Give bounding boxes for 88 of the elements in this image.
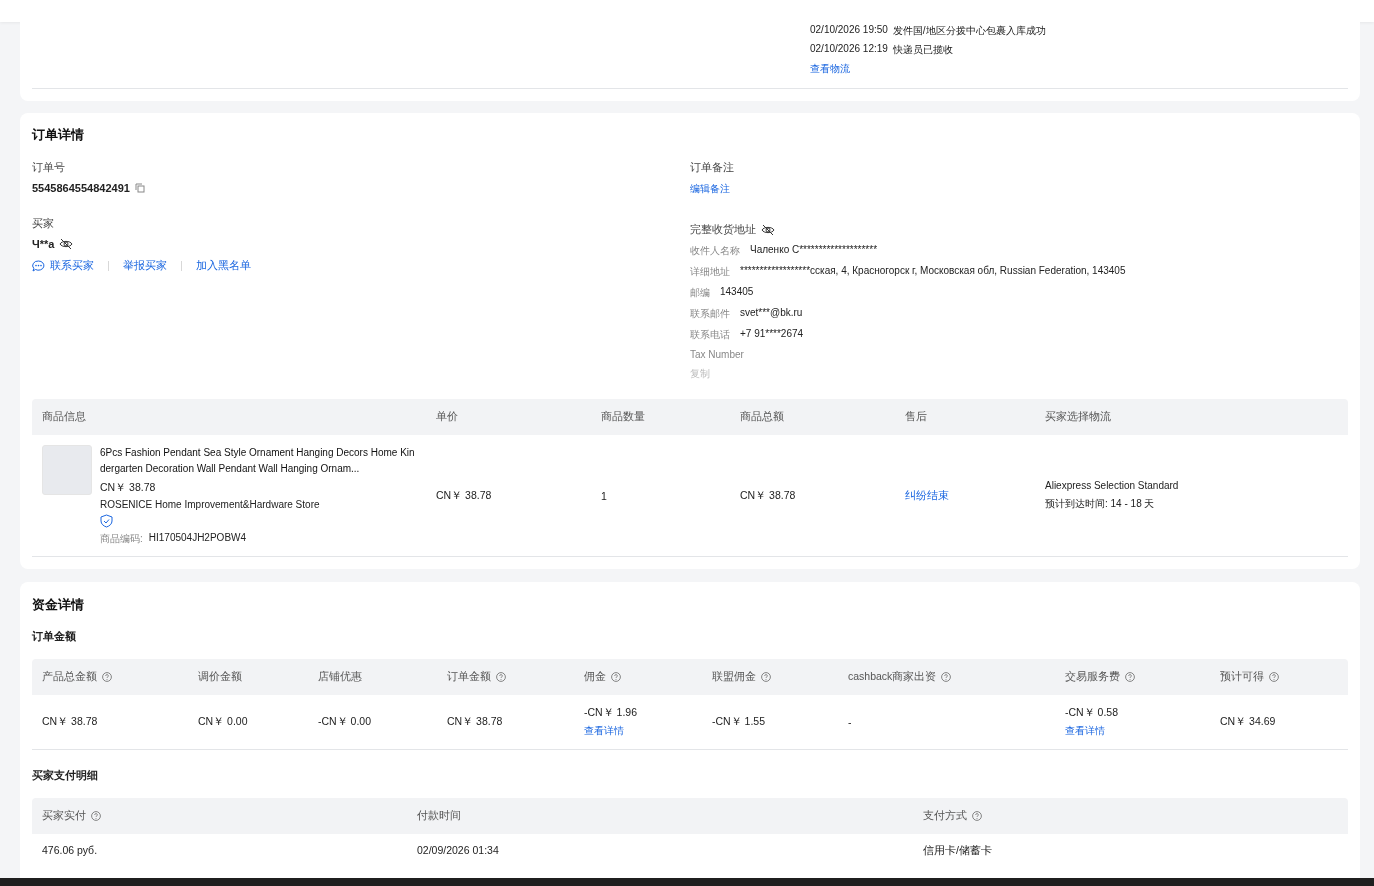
address-label: 联系电话	[690, 328, 730, 342]
product-title[interactable]: 6Pcs Fashion Pendant Sea Style Ornament Hanging Decors Home Kindergarten Decoration Wall Pendant Wall Hanging Ornam...	[100, 445, 418, 477]
table-cell-text: 1	[600, 489, 608, 502]
address-label: 联系邮件	[690, 307, 730, 321]
address-label: 收件人名称	[690, 244, 740, 258]
edit-remark-link[interactable]: 编辑备注	[690, 182, 730, 196]
column-header: 调价金额	[198, 670, 242, 684]
column-header: 单价	[435, 410, 459, 424]
buyer-action-link[interactable]: 联系买家	[32, 258, 94, 273]
copy-icon[interactable]	[134, 183, 145, 193]
address-label: 邮编	[690, 286, 710, 300]
table-cell-text: -CN￥ 0.00	[318, 715, 372, 729]
table-cell-text: 02/09/2026 01:34	[416, 844, 500, 858]
address-value: 143405	[720, 286, 754, 299]
order-number: 5545864554842491	[32, 182, 130, 194]
column-header: 商品数量	[600, 410, 646, 424]
table-cell-text: -CN￥ 1.55	[712, 715, 766, 729]
section-title: 资金详情	[32, 596, 85, 614]
field-label: 订单号	[32, 160, 65, 175]
view-details-link[interactable]: 查看详情	[584, 725, 702, 738]
table-cell-text: CN￥ 38.78	[435, 488, 493, 503]
help-icon[interactable]	[91, 811, 101, 821]
estimated-arrival: 预计到达时间: 14 - 18 天	[1045, 497, 1156, 511]
tax-number-label: Tax Number	[690, 349, 744, 360]
column-header: 产品总金额	[42, 670, 97, 684]
address-value: ******************сская, 4, Красногорск г, Московская обл, Russian Federation, 143405	[740, 265, 1126, 278]
table-cell-text: 信用卡/储蓄卡	[922, 844, 993, 858]
column-header: 付款时间	[417, 809, 461, 823]
help-icon[interactable]	[1269, 672, 1279, 682]
after-sale-link[interactable]: 纠纷结束	[895, 488, 1035, 503]
address-value: svet***@bk.ru	[740, 307, 803, 320]
column-header: 交易服务费	[1065, 670, 1120, 684]
photo-placeholder	[42, 445, 92, 495]
table-cell-text: CN￥ 34.69	[1220, 715, 1277, 729]
subsection-title: 订单金额	[32, 629, 77, 644]
buyer-action-link[interactable]: 举报买家	[123, 258, 167, 273]
event-time: 02/10/2026 12:19	[810, 43, 888, 56]
table-cell-text: CN￥ 0.00	[198, 715, 249, 729]
table-cell-text: CN￥ 38.78	[42, 715, 99, 729]
column-header: 商品总额	[739, 410, 785, 424]
shipping-method: Aliexpress Selection Standard	[1045, 480, 1180, 491]
help-icon[interactable]	[611, 672, 621, 682]
section-title: 订单详情	[32, 126, 85, 144]
shield-check-icon	[100, 514, 113, 528]
field-label: 订单备注	[690, 160, 734, 175]
field-label: 完整收货地址	[690, 222, 756, 237]
column-header: 订单金额	[447, 670, 491, 684]
column-header: 预计可得	[1220, 670, 1264, 684]
address-value: Чаленко С********************	[750, 244, 878, 257]
field-label: 买家	[32, 216, 54, 231]
table-cell-text: 476.06 руб.	[41, 844, 99, 858]
product-price: CN￥ 38.78	[100, 481, 156, 495]
help-icon[interactable]	[761, 672, 771, 682]
subsection-title: 买家支付明细	[32, 768, 99, 783]
eye-off-icon[interactable]	[761, 223, 775, 236]
column-header: 店铺优惠	[318, 670, 362, 684]
buyer-action-link[interactable]: 加入黑名单	[196, 258, 251, 273]
chat-icon	[32, 259, 45, 272]
address-value: +7 91****2674	[740, 328, 804, 341]
table-cell-text: -CN￥ 0.58	[1065, 706, 1119, 720]
store-name: ROSENICE Home Improvement&Hardware Store	[100, 499, 320, 510]
eye-off-icon[interactable]	[59, 238, 74, 250]
view-logistics-link[interactable]: 查看物流	[810, 62, 1348, 76]
buyer-name: Ч**a	[32, 238, 55, 250]
column-header: cashback商家出资	[848, 670, 937, 684]
column-header: 买家选择物流	[1044, 410, 1112, 424]
help-icon[interactable]	[102, 672, 112, 682]
table-cell-text: CN￥ 38.78	[447, 715, 504, 729]
help-icon[interactable]	[972, 811, 982, 821]
table-cell-text: CN￥ 38.78	[739, 488, 797, 503]
help-icon[interactable]	[496, 672, 506, 682]
code-label: 商品编码:	[100, 532, 143, 546]
product-code: HI170504JH2POBW4	[148, 532, 247, 545]
column-header: 支付方式	[923, 809, 967, 823]
event-text: 快递员已揽收	[892, 43, 953, 57]
help-icon[interactable]	[941, 672, 952, 682]
column-header: 联盟佣金	[712, 670, 756, 684]
help-icon[interactable]	[1125, 672, 1135, 682]
table-cell-text: -CN￥ 1.96	[584, 706, 638, 720]
event-text: 发件国/地区分拨中心包裹入库成功	[892, 24, 1046, 38]
column-header: 买家实付	[42, 809, 86, 823]
view-details-link[interactable]: 查看详情	[1065, 725, 1210, 738]
address-label: 详细地址	[690, 265, 730, 279]
column-header: 商品信息	[41, 410, 87, 424]
column-header: 佣金	[584, 670, 606, 684]
event-time: 02/10/2026 19:50	[810, 24, 888, 37]
column-header: 售后	[904, 410, 928, 424]
table-cell-text: -	[848, 716, 853, 728]
